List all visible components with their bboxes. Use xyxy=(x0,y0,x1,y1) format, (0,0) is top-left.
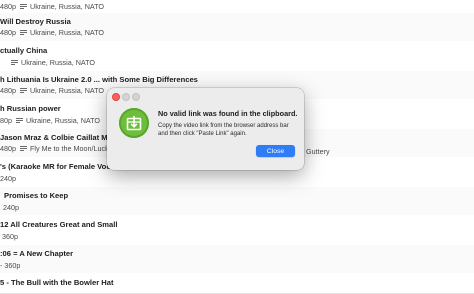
item-title: 's (Karaoke MR for Female Vocal xyxy=(0,162,117,171)
list-item[interactable]: 12 All Creatures Great and Small 360p xyxy=(0,215,474,246)
tags-icon xyxy=(20,29,28,36)
list-item[interactable]: Promises to Keep 240p xyxy=(0,187,474,216)
list-item[interactable]: ctually China Ukraine, Russia, NATO xyxy=(0,41,474,72)
item-meta: 480p Fly Me to the Moon/Lucky xyxy=(0,144,113,153)
tags-icon xyxy=(20,3,28,10)
item-title: 5 - The Bull with the Bowler Hat xyxy=(0,278,114,287)
item-meta: - 360p xyxy=(0,261,21,270)
item-meta: 480p Ukraine, Russia, NATO xyxy=(0,86,105,95)
item-title: ctually China xyxy=(0,46,48,55)
item-meta: 480p Ukraine, Russia, NATO xyxy=(0,2,105,11)
item-meta: 240p xyxy=(3,203,19,212)
tags-icon xyxy=(20,145,28,152)
tags-icon xyxy=(20,87,28,94)
close-button[interactable]: Close xyxy=(256,145,295,157)
tags-icon xyxy=(11,59,19,66)
item-meta: Ukraine, Russia, NATO xyxy=(0,58,95,67)
window-minimize-button xyxy=(122,93,130,101)
item-title: Promises to Keep xyxy=(4,191,69,200)
tags-icon xyxy=(16,117,24,124)
item-title: h Russian power xyxy=(0,104,61,113)
item-artist: Guttery xyxy=(306,147,330,156)
alert-title: No valid link was found in the clipboard… xyxy=(158,109,298,118)
list-item[interactable]: 480p Ukraine, Russia, NATO xyxy=(0,0,474,14)
item-title: 12 All Creatures Great and Small xyxy=(0,220,118,229)
item-meta: 480p Ukraine, Russia, NATO xyxy=(0,28,105,37)
item-meta: 360p xyxy=(2,232,18,241)
item-title: h Lithuania Is Ukraine 2.0 ... with Some… xyxy=(0,75,198,84)
alert-message: Copy the video link from the browser add… xyxy=(158,123,289,137)
window-close-button[interactable] xyxy=(112,93,120,101)
item-title: Will Destroy Russia xyxy=(0,17,71,26)
list-item[interactable]: Will Destroy Russia 480p Ukraine, Russia,… xyxy=(0,13,474,42)
list-item[interactable]: :06 = A New Chapter - 360p xyxy=(0,245,474,274)
window-zoom-button xyxy=(132,93,140,101)
item-meta: 240p xyxy=(0,174,16,183)
alert-dialog: No valid link was found in the clipboard… xyxy=(107,88,304,170)
item-meta: 80p Ukraine, Russia, NATO xyxy=(0,116,101,125)
download-box-icon xyxy=(119,108,149,138)
item-title: Jason Mraz & Colbie Caillat MA xyxy=(0,133,114,142)
item-title: :06 = A New Chapter xyxy=(0,249,74,258)
